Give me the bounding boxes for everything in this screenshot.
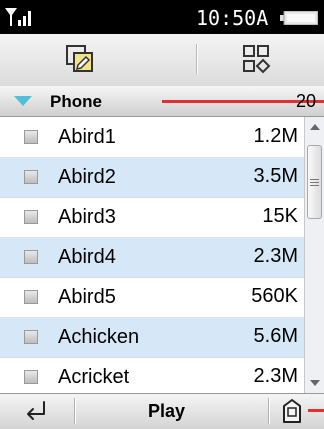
item-size: 5.6M <box>253 325 298 347</box>
item-name: Abird4 <box>58 246 116 268</box>
home-marker <box>308 409 324 412</box>
item-name: Abird2 <box>58 166 116 188</box>
list-item[interactable]: Acricket 2.3M <box>0 357 304 393</box>
list-item[interactable]: Abird5 560K <box>0 277 304 318</box>
battery-icon <box>280 11 318 25</box>
clock: 10:50A <box>196 6 269 30</box>
file-list: Abird1 1.2M Abird2 3.5M Abird3 15K Abird… <box>0 117 304 393</box>
section-header[interactable]: Phone 20 <box>0 86 324 117</box>
item-name: Acricket <box>58 366 130 388</box>
checkbox[interactable] <box>24 290 38 304</box>
item-size: 3.5M <box>253 165 298 187</box>
home-icon <box>283 399 301 423</box>
toolbar-divider <box>196 44 197 74</box>
item-size: 2.3M <box>253 365 298 387</box>
bottom-bar: Play <box>0 393 324 429</box>
bottom-divider <box>268 398 269 424</box>
list-item[interactable]: Abird4 2.3M <box>0 237 304 278</box>
item-name: Achicken <box>58 326 140 348</box>
scrollbar[interactable] <box>304 117 324 393</box>
checkbox[interactable] <box>24 210 38 224</box>
list-item[interactable]: Achicken 5.6M <box>0 317 304 358</box>
chevron-up-icon <box>310 124 320 130</box>
checkbox[interactable] <box>24 250 38 264</box>
item-name: Abird3 <box>58 206 116 228</box>
back-arrow-icon <box>27 401 45 420</box>
triangle-down-icon[interactable] <box>14 96 32 106</box>
status-bar: 10:50A <box>0 0 324 34</box>
item-size: 560K <box>251 285 298 307</box>
signal-icon <box>5 8 31 26</box>
edit-button[interactable] <box>60 40 100 78</box>
scroll-thumb[interactable] <box>307 145 322 219</box>
bottom-divider <box>74 398 75 424</box>
layout-icon <box>243 45 271 74</box>
list-item[interactable]: Abird3 15K <box>0 197 304 238</box>
grip-icon <box>310 178 319 186</box>
back-button[interactable] <box>16 398 56 424</box>
item-count: 20 <box>295 91 316 111</box>
list-item[interactable]: Abird2 3.5M <box>0 157 304 198</box>
play-button[interactable]: Play <box>148 401 185 422</box>
checkbox[interactable] <box>24 130 38 144</box>
scroll-up-button[interactable] <box>306 117 324 137</box>
checkbox[interactable] <box>24 170 38 184</box>
checkbox[interactable] <box>24 330 38 344</box>
list-item[interactable]: Abird1 1.2M <box>0 117 304 158</box>
item-name: Abird1 <box>58 126 116 148</box>
item-size: 1.2M <box>253 125 298 147</box>
layout-button[interactable] <box>236 40 276 78</box>
home-button[interactable] <box>278 397 306 425</box>
scroll-down-button[interactable] <box>306 373 324 393</box>
toolbar <box>0 34 324 87</box>
item-size: 15K <box>262 205 298 227</box>
section-title: Phone <box>50 92 102 111</box>
checkbox[interactable] <box>24 370 38 384</box>
item-size: 2.3M <box>253 245 298 267</box>
chevron-down-icon <box>310 380 320 386</box>
edit-icon <box>66 45 93 72</box>
item-name: Abird5 <box>58 286 116 308</box>
